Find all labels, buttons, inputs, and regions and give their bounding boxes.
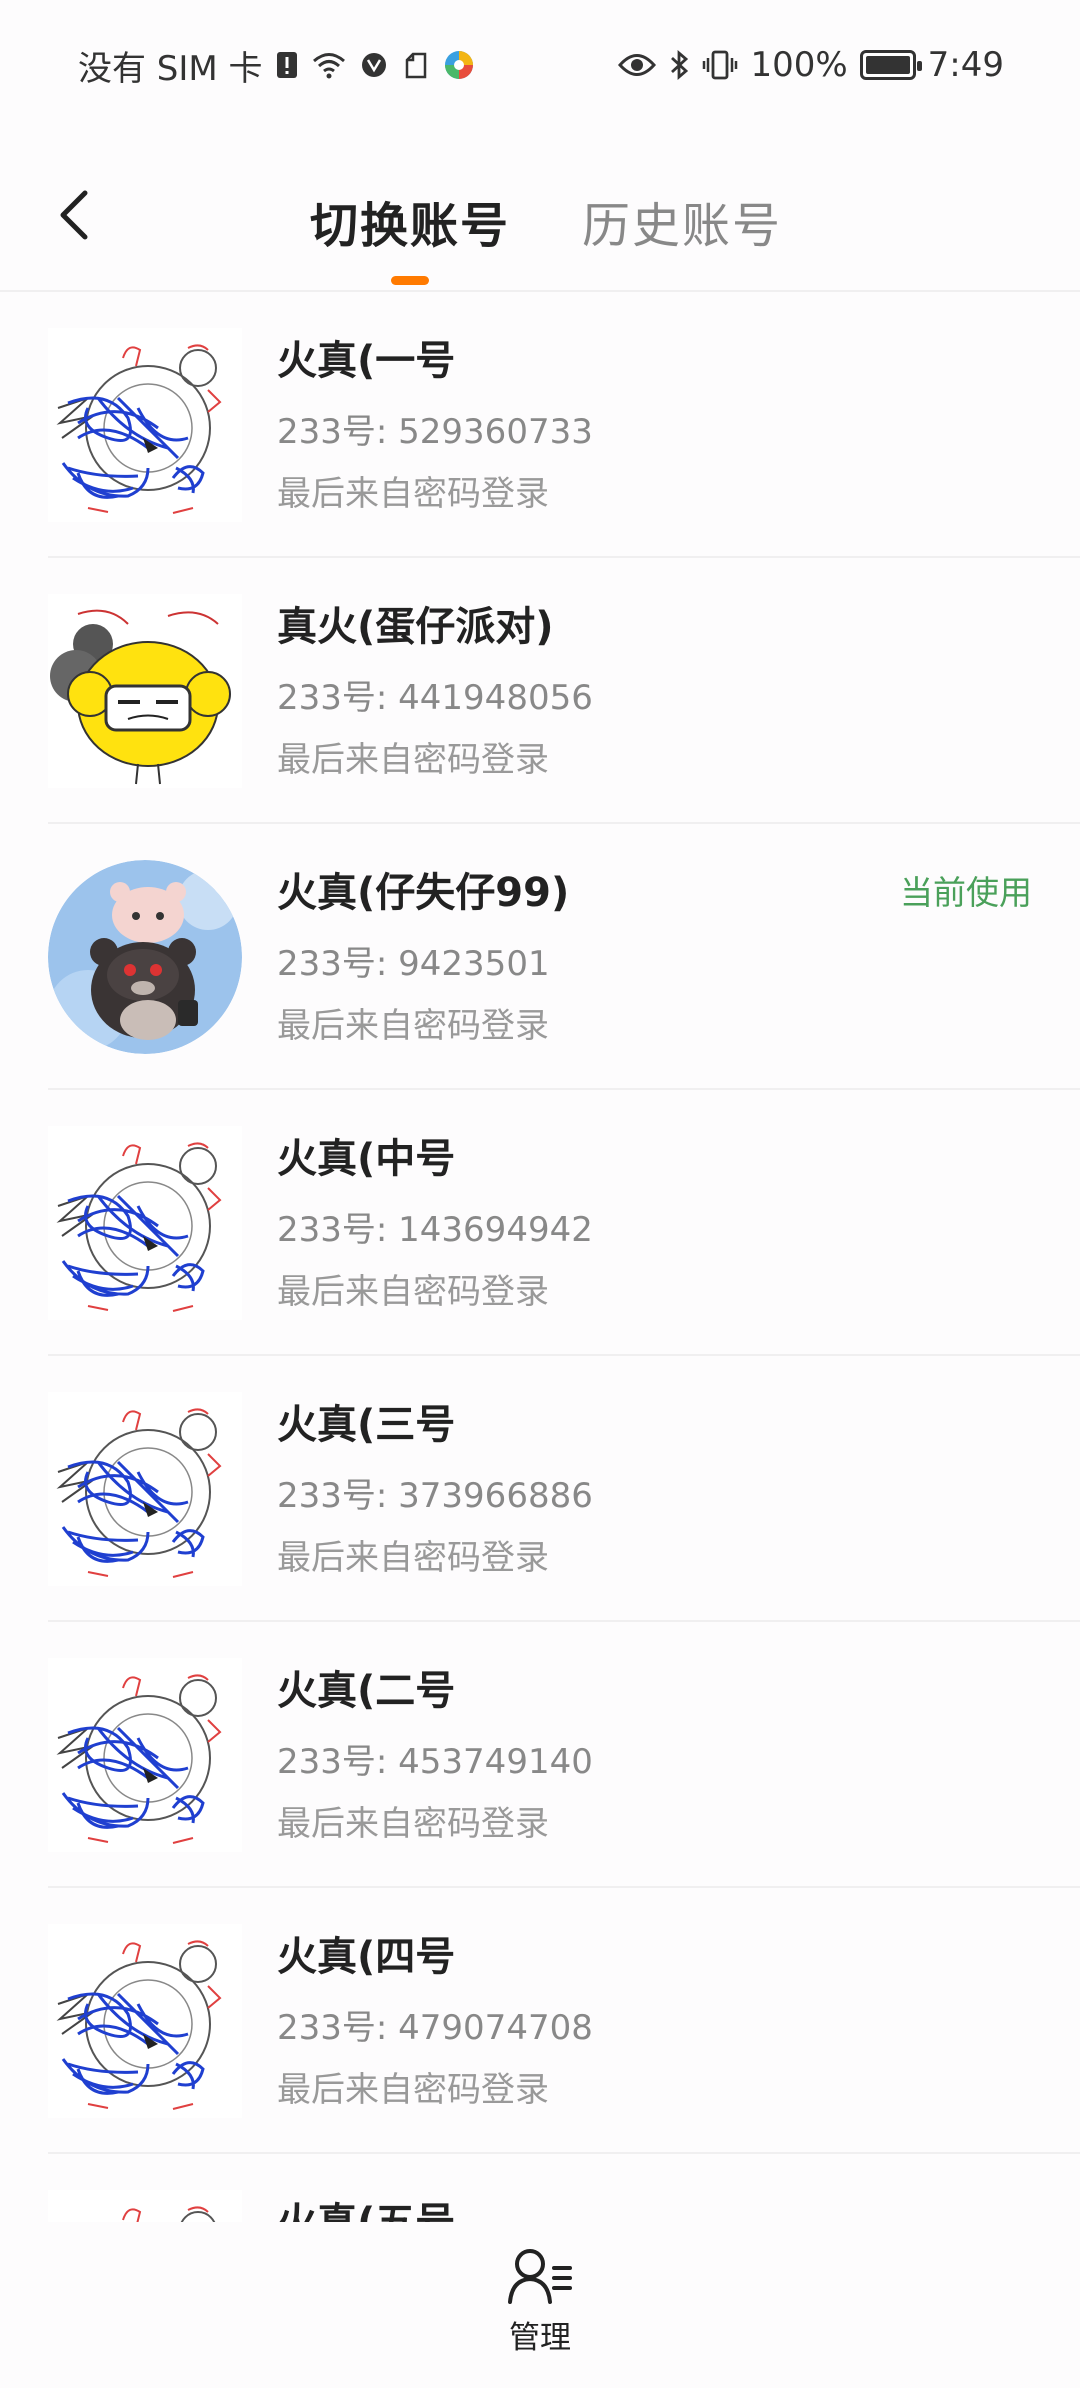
battery-percent: 100% [750,45,848,85]
app-icon [443,49,475,81]
account-item[interactable]: 火真(仔失仔99) 233号: 9423501 最后来自密码登录 当前使用 [48,824,1080,1090]
account-name: 火真(四号 [277,1934,456,1980]
sketch-avatar [48,1392,242,1586]
account-login-info: 最后来自密码登录 [277,1804,549,1844]
header: 切换账号 历史账号 [0,150,1080,290]
account-id: 233号: 143694942 [277,1210,593,1250]
sketch-avatar [48,2190,242,2222]
tab-switch-account[interactable]: 切换账号 [310,186,511,285]
manage-label: 管理 [509,2320,571,2356]
account-name: 火真(五号 [277,2190,455,2222]
status-right: 100% 7:49 [618,45,1004,85]
account-id: 233号: 9423501 [277,944,550,984]
account-item[interactable]: 火真(中号 233号: 143694942 最后来自密码登录 [48,1090,1080,1356]
bear-avatar [48,860,242,1054]
sketch-avatar [48,1924,242,2118]
account-login-info: 最后来自密码登录 [277,1538,549,1578]
eye-icon [618,52,657,78]
account-login-info: 最后来自密码登录 [277,2070,549,2110]
account-login-info: 最后来自密码登录 [277,740,549,780]
account-id: 233号: 479074708 [277,2008,593,2048]
account-item[interactable]: 真火(蛋仔派对) 233号: 441948056 最后来自密码登录 [48,558,1080,824]
account-id: 233号: 373966886 [277,1476,593,1516]
account-id: 233号: 453749140 [277,1742,593,1782]
active-tab-indicator [391,276,429,285]
account-name: 火真(仔失仔99) [277,870,570,916]
manage-button[interactable]: 管理 [490,2246,590,2366]
vpn-icon [359,50,389,80]
sketch-avatar [48,1126,242,1320]
sim-alert-icon [275,50,299,80]
back-button[interactable] [40,180,110,250]
account-login-info: 最后来自密码登录 [277,1272,549,1312]
account-name: 火真(一号 [277,338,456,384]
status-left: 没有 SIM 卡 [78,41,475,90]
account-login-info: 最后来自密码登录 [277,474,549,514]
notification-icon [401,50,431,80]
battery-icon [859,50,922,80]
account-item[interactable]: 火真(一号 233号: 529360733 最后来自密码登录 [48,292,1080,558]
bluetooth-icon [668,49,690,81]
wifi-icon [311,50,347,80]
tab-history-account-label: 历史账号 [582,198,783,254]
tab-switch-account-label: 切换账号 [310,198,511,254]
clock: 7:49 [927,45,1004,85]
chevron-left-icon [60,190,88,240]
account-name: 真火(蛋仔派对) [277,604,554,650]
account-name: 火真(中号 [277,1136,456,1182]
account-item[interactable]: 火真(四号 233号: 479074708 最后来自密码登录 [48,1888,1080,2154]
sketch-avatar [48,328,242,522]
account-item[interactable]: 火真(二号 233号: 453749140 最后来自密码登录 [48,1622,1080,1888]
user-list-icon [508,2249,572,2304]
bottom-bar: 管理 [0,2222,1080,2388]
current-account-badge: 当前使用 [900,873,1032,912]
account-item[interactable]: 火真(三号 233号: 373966886 最后来自密码登录 [48,1356,1080,1622]
carrier-text: 没有 SIM 卡 [78,48,263,89]
account-name: 火真(二号 [277,1668,456,1714]
account-item[interactable]: 火真(五号 [48,2154,1080,2222]
account-id: 233号: 441948056 [277,678,593,718]
tab-history-account[interactable]: 历史账号 [582,186,782,256]
account-id: 233号: 529360733 [277,412,593,452]
tab-bar: 切换账号 历史账号 [310,186,782,285]
yellow-character-avatar [48,594,242,788]
account-login-info: 最后来自密码登录 [277,1006,549,1046]
account-switch-screen: 没有 SIM 卡 100% 7:49 切换账号 历史账号 火真(一号 233号:… [0,0,1080,2388]
vibrate-icon [702,49,738,81]
sketch-avatar [48,1658,242,1852]
status-bar: 没有 SIM 卡 100% 7:49 [0,0,1080,130]
account-list: 火真(一号 233号: 529360733 最后来自密码登录 真火(蛋仔派对) … [0,292,1080,2222]
account-name: 火真(三号 [277,1402,456,1448]
